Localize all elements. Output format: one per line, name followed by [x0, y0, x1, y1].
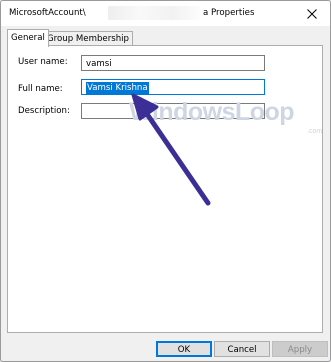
- ok-button[interactable]: OK: [156, 341, 212, 357]
- tab-general[interactable]: General: [7, 29, 49, 47]
- annotation-arrow-icon: [131, 93, 211, 206]
- properties-dialog: MicrosoftAccount\ a Properties General G…: [0, 0, 331, 362]
- cancel-button[interactable]: Cancel: [214, 341, 270, 357]
- arrow-shaft: [144, 111, 211, 206]
- apply-button[interactable]: Apply: [272, 341, 328, 357]
- arrow-head: [131, 93, 159, 121]
